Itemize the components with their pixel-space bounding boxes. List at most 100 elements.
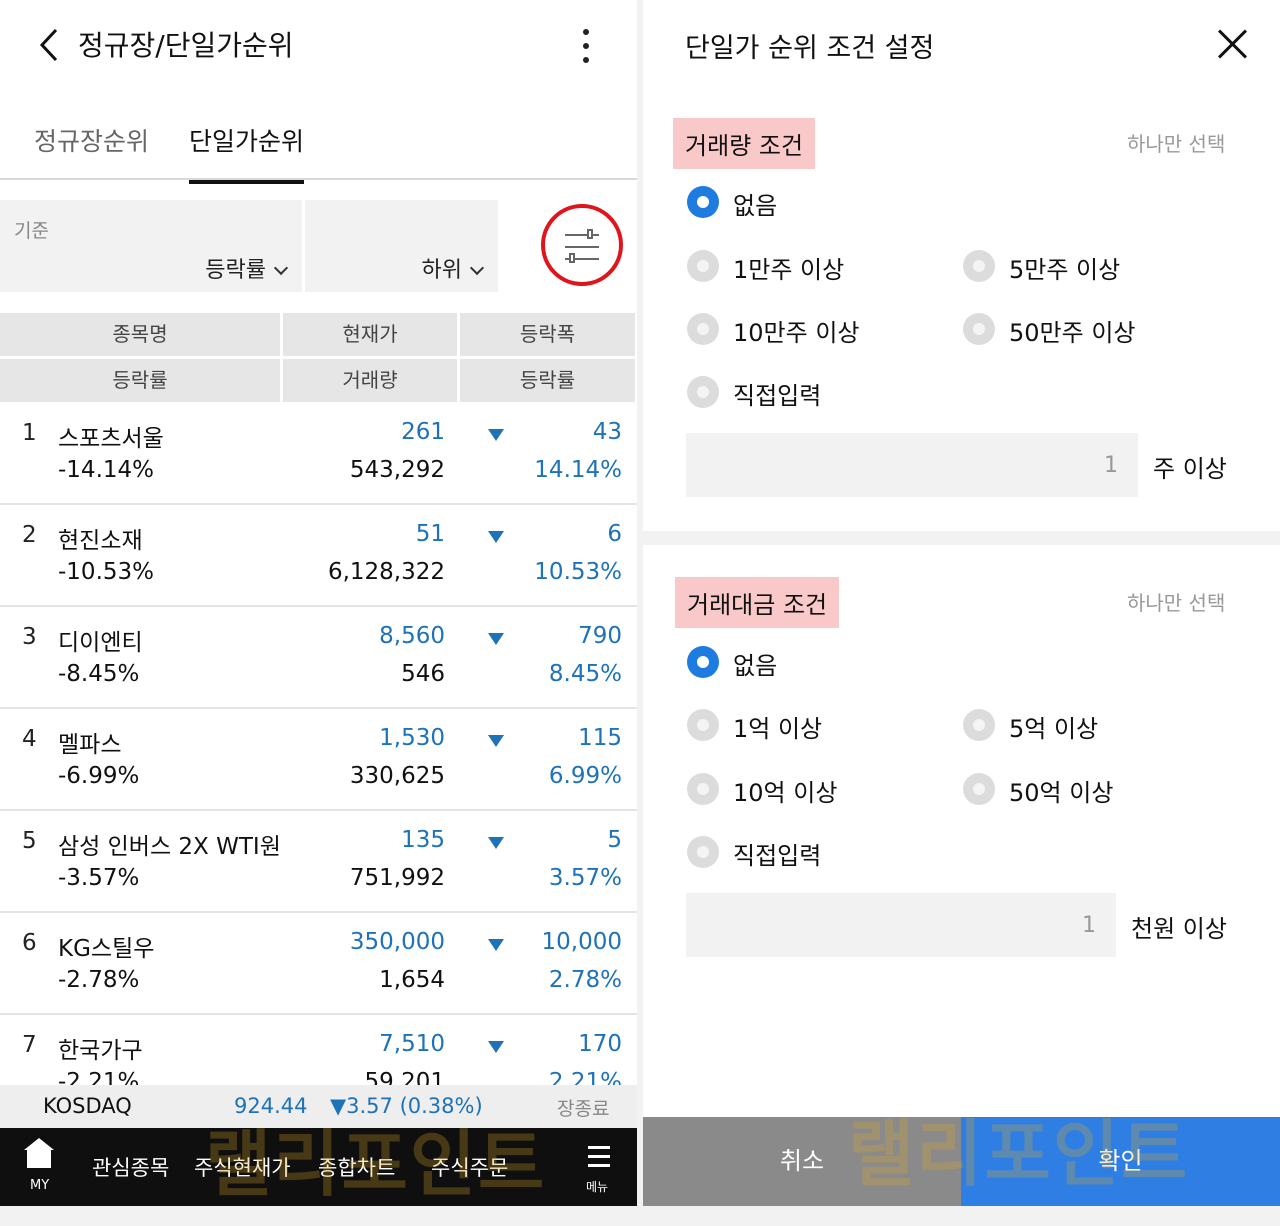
row-change: 6 [607,521,622,547]
table-row[interactable]: 3 디이엔티 -8.45% 8,560 546 790 8.45% [0,607,637,709]
nav-current-price[interactable]: 주식현재가 [194,1152,291,1182]
condition-settings-button[interactable] [541,204,623,286]
row-volume: 751,992 [349,865,445,891]
radio-icon [687,836,719,868]
row-change: 115 [578,725,622,751]
bottom-nav: MY 관심종목 주식현재가 종합차트 주식주문 메뉴 [0,1128,637,1206]
amount-section-title: 거래대금 조건 [675,577,840,628]
option-label: 5억 이상 [1009,715,1099,743]
radio-selected-icon [687,646,719,678]
row-change-rate: 2.21% [548,1069,622,1085]
my-home-button[interactable]: MY [22,1138,58,1202]
row-rate: -2.21% [58,1069,140,1085]
option-label: 없음 [733,652,778,680]
radio-icon [963,250,995,282]
down-triangle-icon [488,429,504,441]
chevron-down-icon [469,260,485,276]
table-row[interactable]: 7 한국가구 -2.21% 7,510 59,201 170 2.21% [0,1015,637,1085]
row-rank: 4 [22,726,37,752]
radio-icon [687,250,719,282]
row-price: 135 [401,827,445,853]
row-price: 350,000 [349,929,445,955]
sort-basis-dropdown[interactable]: 기준 등락률 [0,200,302,292]
row-change: 170 [578,1031,622,1057]
row-change-rate: 10.53% [534,559,622,585]
radio-icon [687,709,719,741]
row-rank: 1 [22,420,37,446]
row-rate: -6.99% [58,763,140,789]
col-stock-name[interactable]: 종목명 [0,313,280,356]
row-rate: -10.53% [58,559,154,585]
row-rank: 3 [22,624,37,650]
more-options-icon[interactable] [574,26,598,66]
radio-icon [963,313,995,345]
row-price: 8,560 [379,623,445,649]
row-change: 10,000 [541,929,622,955]
row-rate: -14.14% [58,457,154,483]
row-price: 261 [401,419,445,445]
table-row[interactable]: 6 KG스틸우 -2.78% 350,000 1,654 10,000 2.78… [0,913,637,1015]
order-dropdown[interactable]: 하위 [305,200,498,292]
volume-section-title: 거래량 조건 [673,118,816,169]
col-change[interactable]: 등락폭 [460,313,635,356]
ranking-screen: 정규장/단일가순위 정규장순위 단일가순위 기준 등락률 하위 종목명 현재가 … [0,0,637,1226]
down-triangle-icon [488,735,504,747]
header: 정규장/단일가순위 [0,0,637,90]
row-change-rate: 6.99% [548,763,622,789]
option-label: 직접입력 [733,842,822,870]
sort-value-text: 등락률 [205,258,266,283]
row-stock-name: 한국가구 [58,1038,143,1064]
row-rank: 6 [22,930,37,956]
row-change: 790 [578,623,622,649]
col-rate[interactable]: 등락률 [0,359,280,402]
row-change: 43 [592,419,622,445]
menu-label: 메뉴 [586,1180,609,1194]
col-change-rate[interactable]: 등락률 [460,359,635,402]
col-volume[interactable]: 거래량 [283,359,457,402]
volume-custom-input[interactable] [686,433,1138,497]
volume-unit: 주 이상 [1153,455,1227,483]
tab-regular-ranking[interactable]: 정규장순위 [34,122,149,180]
option-label: 10억 이상 [733,779,838,807]
condition-settings-panel: 단일가 순위 조건 설정 거래량 조건 하나만 선택 없음 1만주 이상 5만주… [643,0,1280,1226]
row-rate: -2.78% [58,967,140,993]
col-current-price[interactable]: 현재가 [283,313,457,356]
basis-label: 기준 [14,220,49,242]
nav-chart[interactable]: 종합차트 [318,1152,395,1182]
table-row[interactable]: 1 스포츠서울 -14.14% 261 543,292 43 14.14% [0,403,637,505]
radio-icon [963,773,995,805]
bottom-strip [643,1206,1280,1226]
confirm-button[interactable]: 확인 [961,1117,1280,1206]
home-label: MY [30,1178,50,1193]
menu-button[interactable]: 메뉴 [582,1146,616,1196]
ticker-value: 924.44 [234,1094,308,1118]
table-row[interactable]: 5 삼성 인버스 2X WTI원 -3.57% 135 751,992 5 3.… [0,811,637,913]
row-stock-name: 멜파스 [58,732,122,758]
row-rank: 2 [22,522,37,548]
amount-unit: 천원 이상 [1131,915,1227,943]
table-row[interactable]: 2 현진소재 -10.53% 51 6,128,322 6 10.53% [0,505,637,607]
cancel-button[interactable]: 취소 [643,1117,961,1206]
nav-watchlist[interactable]: 관심종목 [92,1152,169,1182]
row-price: 1,530 [379,725,445,751]
radio-icon [687,773,719,805]
radio-icon [687,376,719,408]
sort-value: 등락률 [205,252,289,284]
nav-order[interactable]: 주식주문 [431,1152,508,1182]
tab-single-price-ranking[interactable]: 단일가순위 [189,122,305,184]
ticker-change: ▼3.57 (0.38%) [330,1094,483,1118]
down-triangle-icon [488,531,504,543]
filter-bar: 기준 등락률 하위 [0,200,637,292]
table-row[interactable]: 4 멜파스 -6.99% 1,530 330,625 115 6.99% [0,709,637,811]
down-triangle-icon [488,633,504,645]
radio-icon [687,313,719,345]
option-label: 50억 이상 [1009,779,1114,807]
row-stock-name: 디이엔티 [58,630,143,656]
back-arrow-icon[interactable] [34,26,66,64]
panel-title: 단일가 순위 조건 설정 [685,33,935,64]
index-ticker[interactable]: KOSDAQ 924.44 ▼3.57 (0.38%) 장종료 [0,1085,637,1128]
close-icon[interactable] [1216,28,1248,60]
amount-custom-input[interactable] [686,893,1116,957]
row-change-rate: 14.14% [534,457,622,483]
row-volume: 6,128,322 [327,559,445,585]
